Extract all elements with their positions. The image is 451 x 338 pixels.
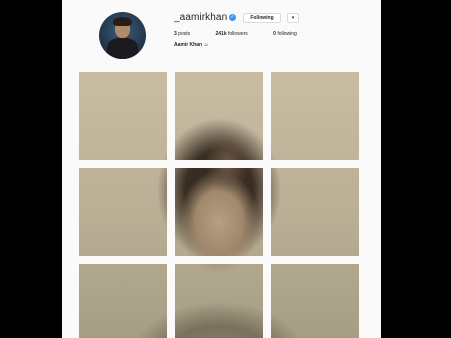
profile-page: _aamirkhan ✓ Following ▾ 3 posts 241k fo… (62, 0, 381, 338)
posts-stat: 3 posts (174, 31, 202, 37)
following-stat[interactable]: 0 following (273, 31, 309, 37)
post-tile-1[interactable] (79, 72, 167, 160)
profile-header: _aamirkhan ✓ Following ▾ 3 posts 241k fo… (62, 0, 381, 66)
post-tile-3[interactable] (271, 72, 359, 160)
post-tile-5[interactable] (175, 168, 263, 256)
post-tile-4[interactable] (79, 168, 167, 256)
post-image (79, 264, 167, 338)
following-button[interactable]: Following (243, 13, 281, 23)
post-tile-6[interactable] (271, 168, 359, 256)
post-image (175, 72, 263, 160)
avatar-hair (113, 17, 132, 26)
verified-badge-icon: ✓ (229, 14, 236, 21)
post-image (79, 72, 167, 160)
post-image (175, 264, 263, 338)
post-image (271, 72, 359, 160)
followers-stat[interactable]: 241k followers (216, 31, 260, 37)
followers-count: 241k (215, 31, 227, 37)
avatar-body (107, 38, 138, 59)
post-tile-9[interactable] (271, 264, 359, 338)
profile-stats: 3 posts 241k followers 0 following (174, 31, 321, 37)
posts-count: 3 (174, 31, 177, 37)
post-tile-8[interactable] (175, 264, 263, 338)
profile-username: _aamirkhan (174, 12, 228, 23)
post-image (271, 168, 359, 256)
following-label: following (277, 31, 297, 37)
post-grid (79, 72, 359, 338)
profile-avatar[interactable] (99, 12, 146, 59)
profile-full-name: Aamir Khan ☺ (174, 42, 209, 48)
post-image (175, 168, 263, 256)
post-tile-2[interactable] (175, 72, 263, 160)
post-image (79, 168, 167, 256)
post-tile-7[interactable] (79, 264, 167, 338)
post-image (271, 264, 359, 338)
chevron-down-icon[interactable]: ▾ (287, 13, 299, 23)
following-count: 0 (273, 31, 276, 37)
followers-label: followers (228, 31, 248, 37)
posts-label: posts (178, 31, 191, 37)
